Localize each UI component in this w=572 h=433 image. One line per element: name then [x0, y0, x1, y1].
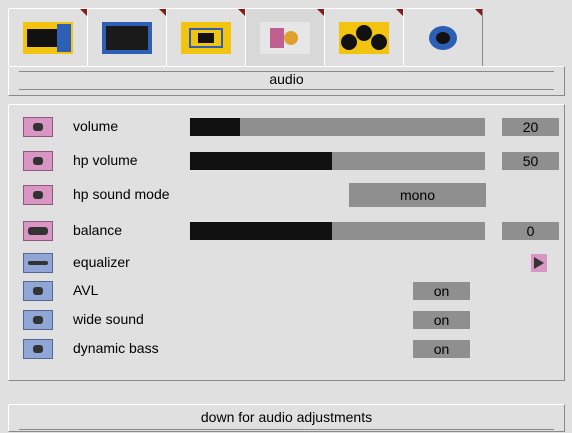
dynamic-bass-row[interactable]: dynamic bass on	[9, 337, 564, 361]
volume-value: 20	[502, 118, 559, 136]
dynamic-bass-icon	[23, 339, 53, 359]
equalizer-icon	[23, 253, 53, 273]
hp-sound-mode-select[interactable]: mono	[349, 183, 486, 207]
avl-toggle[interactable]: on	[413, 282, 470, 300]
submenu-arrow-icon[interactable]	[531, 254, 547, 272]
tab-picture[interactable]	[8, 8, 88, 67]
page-title: audio	[269, 71, 304, 87]
hp-sound-mode-row[interactable]: hp sound mode mono	[9, 183, 564, 207]
aspect-icon	[181, 22, 231, 54]
balance-icon	[23, 221, 53, 241]
tab-aspect[interactable]	[166, 8, 246, 67]
avl-label: AVL	[73, 282, 99, 298]
hp-sound-mode-label: hp sound mode	[73, 186, 170, 202]
avl-icon	[23, 281, 53, 301]
hp-volume-label: hp volume	[73, 152, 138, 168]
avl-row[interactable]: AVL on	[9, 279, 564, 303]
hint-bar: down for audio adjustments	[8, 404, 565, 432]
equalizer-row[interactable]: equalizer	[9, 251, 564, 275]
screen-icon	[102, 22, 152, 54]
volume-fill	[190, 118, 241, 136]
tab-screen[interactable]	[87, 8, 167, 67]
balance-label: balance	[73, 222, 123, 238]
wide-sound-icon	[23, 310, 53, 330]
picture-mode-icon	[23, 22, 73, 54]
menu-header: audio	[8, 66, 565, 96]
wide-sound-toggle[interactable]: on	[413, 311, 470, 329]
hp-volume-slider[interactable]	[190, 152, 485, 170]
dynamic-bass-label: dynamic bass	[73, 340, 159, 356]
balance-row[interactable]: balance 0	[9, 219, 564, 243]
balance-fill	[190, 222, 332, 240]
setup-icon	[420, 22, 466, 54]
volume-slider[interactable]	[190, 118, 485, 136]
balance-slider[interactable]	[190, 222, 485, 240]
headphone-mode-icon	[23, 185, 53, 205]
hp-volume-fill	[190, 152, 332, 170]
hint-text: down for audio adjustments	[200, 409, 373, 425]
speaker-icon	[23, 117, 53, 137]
headphone-icon	[23, 151, 53, 171]
tab-features[interactable]	[324, 8, 404, 67]
tab-setup[interactable]	[403, 8, 483, 67]
hp-volume-value: 50	[502, 152, 559, 170]
volume-row[interactable]: volume 20	[9, 115, 564, 139]
hp-volume-row[interactable]: hp volume 50	[9, 149, 564, 173]
dynamic-bass-toggle[interactable]: on	[413, 340, 470, 358]
features-icon	[339, 22, 389, 54]
wide-sound-label: wide sound	[73, 311, 144, 327]
volume-label: volume	[73, 118, 119, 134]
equalizer-label: equalizer	[73, 254, 130, 270]
tab-audio[interactable]	[245, 8, 325, 67]
audio-settings-panel: volume 20 hp volume 50 hp sound mode mon…	[8, 104, 565, 381]
wide-sound-row[interactable]: wide sound on	[9, 308, 564, 332]
balance-value: 0	[502, 222, 559, 240]
audio-icon	[260, 22, 310, 54]
